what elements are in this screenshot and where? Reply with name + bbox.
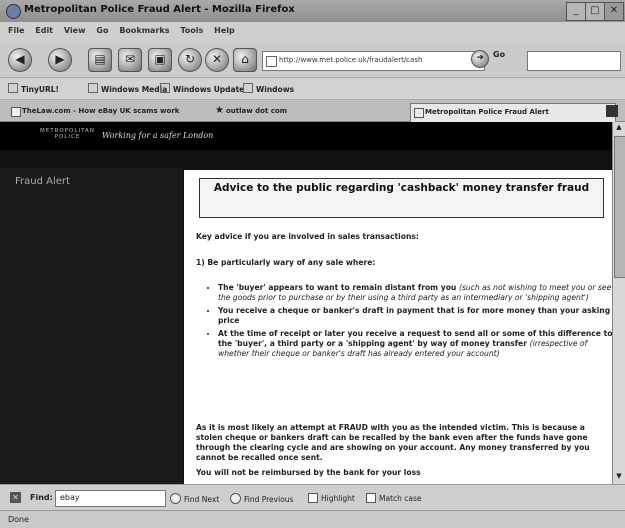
find-label: Find: [30, 493, 53, 502]
close-button[interactable]: ✕ [604, 2, 624, 21]
navigation-toolbar: ◀ ▶ ▤ ✉ ▣ ↻ ✕ ⌂ http://www.met.police.uk… [0, 42, 625, 78]
mail-icon[interactable]: ✉ [118, 48, 142, 72]
find-previous-button[interactable]: Find Previous [230, 493, 293, 504]
scroll-down-icon[interactable]: ▼ [614, 472, 624, 483]
bookmark-windows[interactable]: Windows [243, 83, 294, 94]
list-item: You receive a cheque or banker's draft i… [218, 306, 612, 326]
met-police-logo: METROPOLITAN POLICE [40, 128, 95, 140]
close-find-icon[interactable]: ✕ [10, 492, 21, 503]
close-tab-icon[interactable] [606, 105, 618, 117]
find-input[interactable]: ebay [55, 490, 166, 507]
site-tagline: Working for a safer London [102, 131, 214, 140]
find-next-button[interactable]: Find Next [170, 493, 219, 504]
bookmark-tinyurl[interactable]: TinyURL! [8, 83, 59, 94]
title-bar: Metropolitan Police Fraud Alert - Mozill… [0, 0, 625, 22]
vertical-scrollbar[interactable]: ▲ ▼ [612, 122, 625, 484]
search-input[interactable] [527, 51, 621, 71]
match-case-checkbox[interactable]: Match case [366, 493, 422, 503]
address-bar[interactable]: http://www.met.police.uk/fraudalert/cash [262, 51, 485, 71]
list-item: At the time of receipt or later you rece… [218, 329, 612, 359]
menu-bookmarks[interactable]: Bookmarks [119, 26, 169, 35]
checkbox-icon [366, 493, 376, 503]
scroll-up-icon[interactable]: ▲ [614, 123, 624, 134]
tab-favicon [414, 108, 424, 118]
window-icon[interactable]: ▣ [148, 48, 172, 72]
intro-text: Key advice if you are involved in sales … [196, 232, 419, 241]
tab-outlaw[interactable]: ★ outlaw dot com [212, 103, 406, 121]
bookmark-windows-media[interactable]: Windows Media [88, 83, 167, 94]
minimize-button[interactable]: _ [566, 2, 586, 21]
bookmark-icon [160, 83, 170, 93]
find-bar: ✕ Find: ebay Find Next Find Previous Hig… [0, 484, 625, 510]
menu-view[interactable]: View [64, 26, 86, 35]
menu-go[interactable]: Go [96, 26, 108, 35]
page-heading: Advice to the public regarding 'cashback… [199, 178, 604, 218]
bookmark-icon [243, 83, 253, 93]
tab-fraud-alert[interactable]: Metropolitan Police Fraud Alert [410, 103, 616, 122]
menu-help[interactable]: Help [214, 26, 235, 35]
page-favicon [266, 56, 277, 67]
reload-icon[interactable]: ↻ [178, 48, 202, 72]
menu-tools[interactable]: Tools [180, 26, 203, 35]
find-next-icon [170, 493, 181, 504]
scroll-thumb[interactable] [614, 136, 625, 278]
tab-thelaw[interactable]: TheLaw.com - How eBay UK scams work [8, 103, 220, 121]
highlight-icon [308, 493, 318, 503]
stop-icon[interactable]: ✕ [205, 48, 229, 72]
home-icon[interactable]: ⌂ [233, 48, 257, 72]
list-item: The 'buyer' appears to want to remain di… [218, 283, 612, 303]
status-text: Done [8, 515, 30, 524]
back-icon[interactable]: ◀ [8, 48, 32, 72]
status-bar: Done [0, 510, 625, 528]
menu-edit[interactable]: Edit [35, 26, 53, 35]
go-button[interactable]: Go [493, 50, 505, 59]
forward-icon[interactable]: ▶ [48, 48, 72, 72]
star-icon: ★ [215, 105, 224, 116]
bookmark-icon [88, 83, 98, 93]
find-previous-icon [230, 493, 241, 504]
site-header: METROPOLITAN POLICE Working for a safer … [0, 122, 612, 150]
window-title: Metropolitan Police Fraud Alert - Mozill… [24, 4, 295, 15]
print-icon[interactable]: ▤ [88, 48, 112, 72]
bookmark-icon [8, 83, 18, 93]
tab-bar: TheLaw.com - How eBay UK scams work ★ out… [0, 100, 625, 122]
sidebar: Fraud Alert [0, 168, 183, 484]
go-icon[interactable]: ➜ [471, 50, 489, 68]
warning-list: The 'buyer' appears to want to remain di… [204, 283, 612, 362]
address-text: http://www.met.police.uk/fraudalert/cash [279, 56, 423, 64]
web-page: METROPOLITAN POLICE Working for a safer … [0, 122, 612, 484]
highlight-button[interactable]: Highlight [308, 493, 355, 503]
reimburse-note: You will not be reimbursed by the bank f… [196, 468, 421, 477]
top-navigation [0, 152, 612, 166]
menu-bar: File Edit View Go Bookmarks Tools Help [0, 22, 625, 42]
menu-file[interactable]: File [8, 26, 24, 35]
tab-favicon [11, 107, 21, 117]
bookmarks-toolbar: TinyURL! Windows Media Windows Update Wi… [0, 78, 625, 100]
fraud-paragraph: As it is most likely an attempt at FRAUD… [196, 423, 590, 462]
sidebar-title: Fraud Alert [15, 176, 70, 187]
maximize-button[interactable]: □ [585, 2, 605, 21]
bookmark-windows-update[interactable]: Windows Update [160, 83, 244, 94]
firefox-icon [6, 4, 21, 19]
point-heading: 1) Be particularly wary of any sale wher… [196, 258, 376, 267]
main-content: Advice to the public regarding 'cashback… [184, 170, 612, 484]
